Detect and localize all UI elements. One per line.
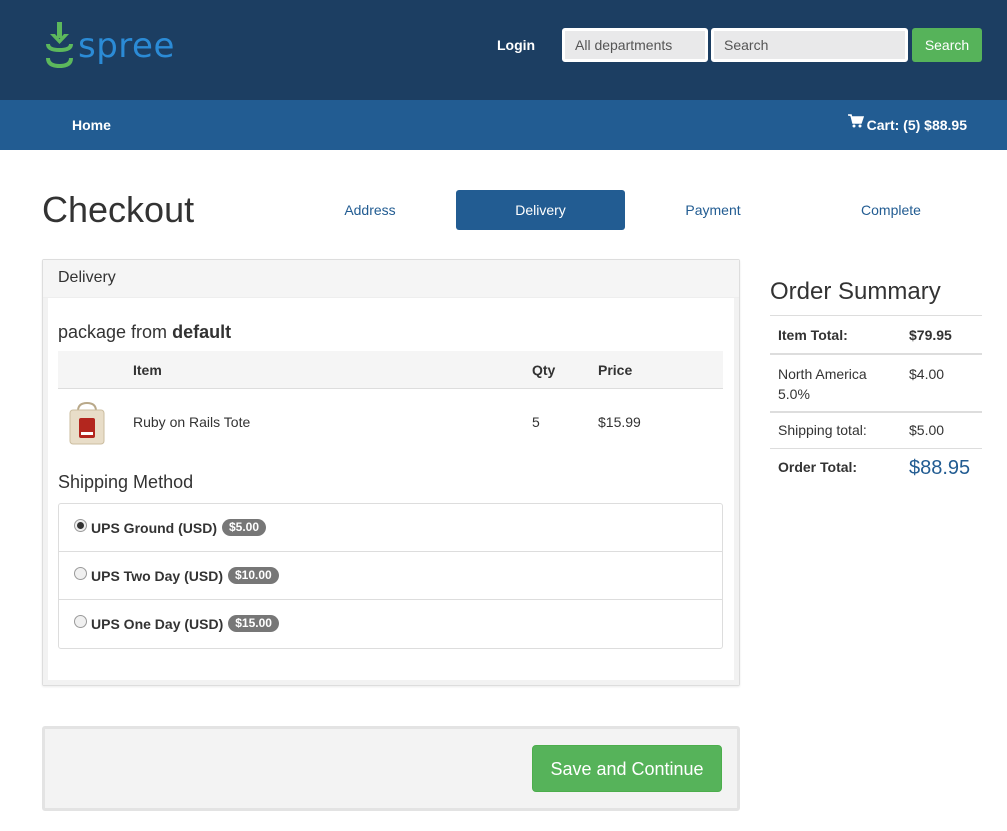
item-price: $15.99	[598, 414, 641, 430]
order-total-label: Order Total:	[778, 459, 858, 475]
search-input[interactable]: Search	[711, 28, 908, 62]
tax-label-line2: 5.0%	[778, 386, 810, 402]
shipping-radio-ground[interactable]	[74, 519, 87, 532]
summary-row-tax: North America 5.0% $4.00	[770, 353, 982, 411]
shipping-radio-two-day[interactable]	[74, 567, 87, 580]
shipping-price-badge: $15.00	[228, 615, 279, 632]
main-nav: Home Cart: (5) $88.95	[0, 100, 1007, 150]
summary-row-shipping: Shipping total: $5.00	[770, 411, 982, 448]
shipping-name: UPS Ground (USD)	[91, 519, 217, 536]
header-price: Price	[598, 362, 633, 378]
login-link[interactable]: Login	[497, 37, 535, 53]
package-prefix: package from	[58, 322, 168, 342]
cart-link[interactable]: Cart: (5) $88.95	[847, 114, 967, 133]
tax-label: North America 5.0%	[778, 364, 867, 404]
tote-bag-icon	[69, 401, 105, 445]
order-summary-title: Order Summary	[770, 278, 941, 305]
step-delivery[interactable]: Delivery	[456, 190, 625, 230]
search-button[interactable]: Search	[912, 28, 982, 62]
items-table: Item Qty Price Ruby on Rails Tote 5 $15.…	[58, 351, 723, 453]
tax-label-line1: North America	[778, 366, 867, 382]
step-address[interactable]: Address	[285, 190, 455, 230]
shipping-price-badge: $5.00	[222, 519, 267, 536]
item-name: Ruby on Rails Tote	[133, 414, 251, 430]
shipping-total-value: $5.00	[909, 422, 945, 438]
shipping-option-label: UPS Ground (USD) $5.00	[91, 519, 267, 536]
package-title: package from default	[58, 322, 231, 343]
order-summary-table: Item Total: $79.95 North America 5.0% $4…	[770, 315, 982, 493]
shipping-total-label: Shipping total:	[778, 422, 867, 438]
save-and-continue-button[interactable]: Save and Continue	[532, 745, 722, 792]
shipping-option-label: UPS One Day (USD) $15.00	[91, 615, 279, 632]
order-total-value: $88.95	[909, 457, 971, 479]
shipping-name: UPS One Day (USD)	[91, 615, 224, 632]
shipping-option-two-day[interactable]: UPS Two Day (USD) $10.00	[59, 552, 722, 600]
tax-value: $4.00	[909, 366, 945, 382]
page-title: Checkout	[42, 189, 195, 230]
step-complete[interactable]: Complete	[806, 190, 976, 230]
item-qty: 5	[532, 414, 540, 430]
delivery-panel-heading: Delivery	[43, 260, 739, 298]
shipping-method-list: UPS Ground (USD) $5.00 UPS Two Day (USD)…	[58, 503, 723, 649]
department-select[interactable]: All departments	[562, 28, 708, 62]
cart-icon	[847, 114, 864, 128]
logo-text: spree	[78, 26, 175, 66]
summary-row-order-total: Order Total: $88.95	[770, 448, 982, 493]
delivery-panel: Delivery package from default Item Qty P…	[42, 259, 740, 686]
item-total-value: $79.95	[909, 327, 952, 343]
shipping-option-one-day[interactable]: UPS One Day (USD) $15.00	[59, 600, 722, 648]
summary-row-item-total: Item Total: $79.95	[770, 315, 982, 353]
spree-logo[interactable]: spree	[42, 20, 174, 72]
cart-label: Cart: (5) $88.95	[866, 117, 967, 133]
shipping-price-badge: $10.00	[227, 567, 279, 584]
site-header: spree Login All departments Search Searc…	[0, 0, 1007, 100]
nav-home-link[interactable]: Home	[72, 117, 111, 133]
shipping-option-label: UPS Two Day (USD) $10.00	[91, 567, 279, 584]
shipping-name: UPS Two Day (USD)	[91, 567, 223, 584]
item-total-label: Item Total:	[778, 327, 848, 343]
step-payment[interactable]: Payment	[628, 190, 798, 230]
table-row: Ruby on Rails Tote 5 $15.99	[58, 389, 723, 453]
items-table-header: Item Qty Price	[58, 351, 723, 389]
shipping-option-ground[interactable]: UPS Ground (USD) $5.00	[59, 504, 722, 552]
header-qty: Qty	[532, 362, 556, 378]
header-item: Item	[133, 362, 162, 378]
spree-logo-icon	[46, 22, 73, 69]
delivery-panel-body: package from default Item Qty Price Ruby…	[43, 298, 739, 685]
shipping-radio-one-day[interactable]	[74, 615, 87, 628]
shipping-method-title: Shipping Method	[58, 472, 194, 492]
checkout-actions: Save and Continue	[42, 726, 740, 811]
package-source: default	[172, 322, 232, 342]
